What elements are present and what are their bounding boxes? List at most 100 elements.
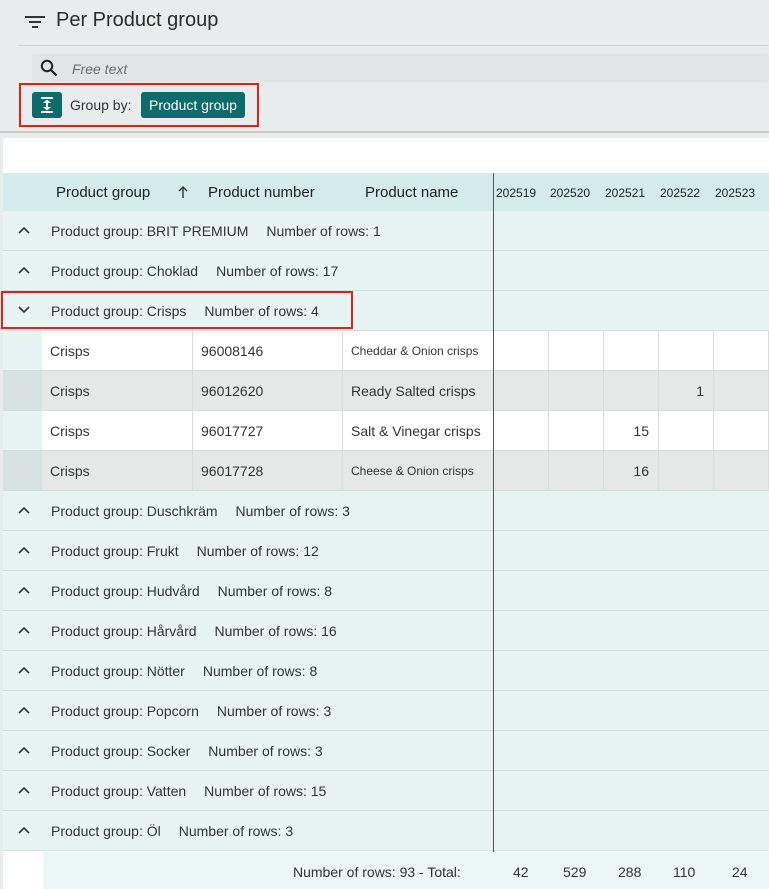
sort-ascending-icon[interactable] (177, 185, 189, 199)
group-label: Product group: Hudvård (51, 583, 200, 599)
group-row[interactable]: Product group: Socker Number of rows: 3 (3, 731, 769, 771)
group-row-count: Number of rows: 3 (216, 703, 332, 719)
cell-week (714, 371, 769, 411)
footer-total: 110 (673, 864, 696, 880)
column-header-week[interactable]: 202521 (605, 186, 645, 200)
row-indent (3, 371, 42, 411)
group-label: Product group: Vatten (51, 783, 187, 799)
row-indent (3, 451, 42, 491)
column-header-week[interactable]: 202519 (496, 186, 536, 200)
cell-product-group: Crisps (42, 371, 193, 411)
cell-week (549, 331, 604, 371)
row-indent (3, 331, 42, 371)
column-header-week[interactable]: 202520 (550, 186, 590, 200)
group-row-count: Number of rows: 1 (266, 223, 381, 239)
column-header-product-group[interactable]: Product group (56, 184, 150, 201)
cell-product-name: Ready Salted crisps (343, 371, 494, 411)
group-row[interactable]: Product group: Hårvård Number of rows: 16 (3, 611, 769, 651)
cell-week (494, 331, 549, 371)
chevron-up-icon[interactable] (17, 625, 31, 635)
cell-week (659, 411, 714, 451)
filter-icon[interactable] (24, 12, 46, 32)
cell-product-number: 96017727 (193, 411, 343, 451)
cell-week: 15 (604, 411, 659, 451)
group-row[interactable]: Product group: Frukt Number of rows: 12 (3, 531, 769, 571)
group-label: Product group: Popcorn (51, 703, 199, 719)
cell-product-name: Cheese & Onion crisps (343, 451, 494, 491)
cell-week: 16 (604, 451, 659, 491)
expand-collapse-icon (41, 97, 53, 113)
group-row-count: Number of rows: 16 (214, 623, 337, 639)
table-row[interactable]: Crisps 96012620 Ready Salted crisps 1 (3, 371, 769, 411)
group-label: Product group: Socker (51, 743, 191, 759)
row-indent (3, 411, 42, 451)
group-row-count: Number of rows: 3 (178, 823, 294, 839)
chevron-up-icon[interactable] (17, 785, 31, 795)
totals-footer: Number of rows: 93 - Total: 42 529 288 1… (43, 852, 769, 889)
crisps-group-highlight-box (1, 291, 353, 329)
group-label: Product group: Hårvård (51, 623, 197, 639)
table-row[interactable]: Crisps 96017727 Salt & Vinegar crisps 15 (3, 411, 769, 451)
group-row[interactable]: Product group: Öl Number of rows: 3 (3, 811, 769, 851)
search-box[interactable] (32, 54, 769, 82)
chevron-up-icon[interactable] (17, 265, 31, 275)
group-row[interactable]: Product group: Vatten Number of rows: 15 (3, 771, 769, 811)
footer-total: 529 (563, 864, 587, 880)
cell-week: 1 (659, 371, 714, 411)
cell-week (549, 451, 604, 491)
cell-product-name: Salt & Vinegar crisps (343, 411, 494, 451)
group-row-count: Number of rows: 17 (216, 263, 339, 279)
chevron-up-icon[interactable] (17, 705, 31, 715)
footer-summary: Number of rows: 93 - Total: (293, 864, 461, 880)
footer-total: 288 (618, 864, 642, 880)
column-header-row: Product group Product number Product nam… (3, 173, 769, 211)
group-label: Product group: BRIT PREMIUM (51, 223, 249, 239)
group-row[interactable]: Product group: Popcorn Number of rows: 3 (3, 691, 769, 731)
table-row[interactable]: Crisps 96008146 Cheddar & Onion crisps (3, 331, 769, 371)
cell-week (604, 331, 659, 371)
cell-product-group: Crisps (42, 451, 193, 491)
divider (0, 131, 769, 133)
chevron-up-icon[interactable] (17, 585, 31, 595)
group-by-toggle-button[interactable] (32, 92, 62, 118)
cell-week (549, 411, 604, 451)
chevron-up-icon[interactable] (17, 745, 31, 755)
cell-product-number: 96017728 (193, 451, 343, 491)
group-by-chip[interactable]: Product group (141, 92, 245, 118)
search-input[interactable] (70, 58, 674, 80)
chevron-up-icon[interactable] (17, 505, 31, 515)
cell-product-group: Crisps (42, 411, 193, 451)
group-label: Product group: Nötter (51, 663, 185, 679)
search-icon (40, 59, 58, 77)
group-label: Product group: Öl (51, 823, 161, 839)
group-row[interactable]: Product group: Choklad Number of rows: 17 (3, 251, 769, 291)
group-row[interactable]: Product group: Nötter Number of rows: 8 (3, 651, 769, 691)
group-row-count: Number of rows: 8 (217, 583, 333, 599)
group-label: Product group: Choklad (51, 263, 199, 279)
chevron-up-icon[interactable] (17, 665, 31, 675)
cell-week (549, 371, 604, 411)
cell-week (494, 451, 549, 491)
page-title: Per Product group (56, 9, 219, 31)
cell-week (714, 331, 769, 371)
group-label: Product group: Duschkräm (51, 503, 218, 519)
column-header-product-number[interactable]: Product number (208, 184, 315, 201)
group-row[interactable]: Product group: Duschkräm Number of rows: … (3, 491, 769, 531)
divider (18, 45, 769, 46)
column-header-week[interactable]: 202522 (660, 186, 700, 200)
group-row-count: Number of rows: 3 (235, 503, 350, 519)
cell-product-number: 96008146 (193, 331, 343, 371)
chevron-up-icon[interactable] (17, 545, 31, 555)
chevron-up-icon[interactable] (17, 825, 31, 835)
group-by-label: Group by: (70, 97, 132, 113)
group-row[interactable]: Product group: BRIT PREMIUM Number of row… (3, 211, 769, 251)
footer-total: 24 (732, 864, 748, 880)
cell-week (714, 411, 769, 451)
column-header-week[interactable]: 202523 (715, 186, 755, 200)
group-row[interactable]: Product group: Hudvård Number of rows: 8 (3, 571, 769, 611)
cell-product-number: 96012620 (193, 371, 343, 411)
group-row-count: Number of rows: 3 (208, 743, 323, 759)
chevron-up-icon[interactable] (17, 225, 31, 235)
column-header-product-name[interactable]: Product name (365, 184, 458, 201)
table-row[interactable]: Crisps 96017728 Cheese & Onion crisps 16 (3, 451, 769, 491)
